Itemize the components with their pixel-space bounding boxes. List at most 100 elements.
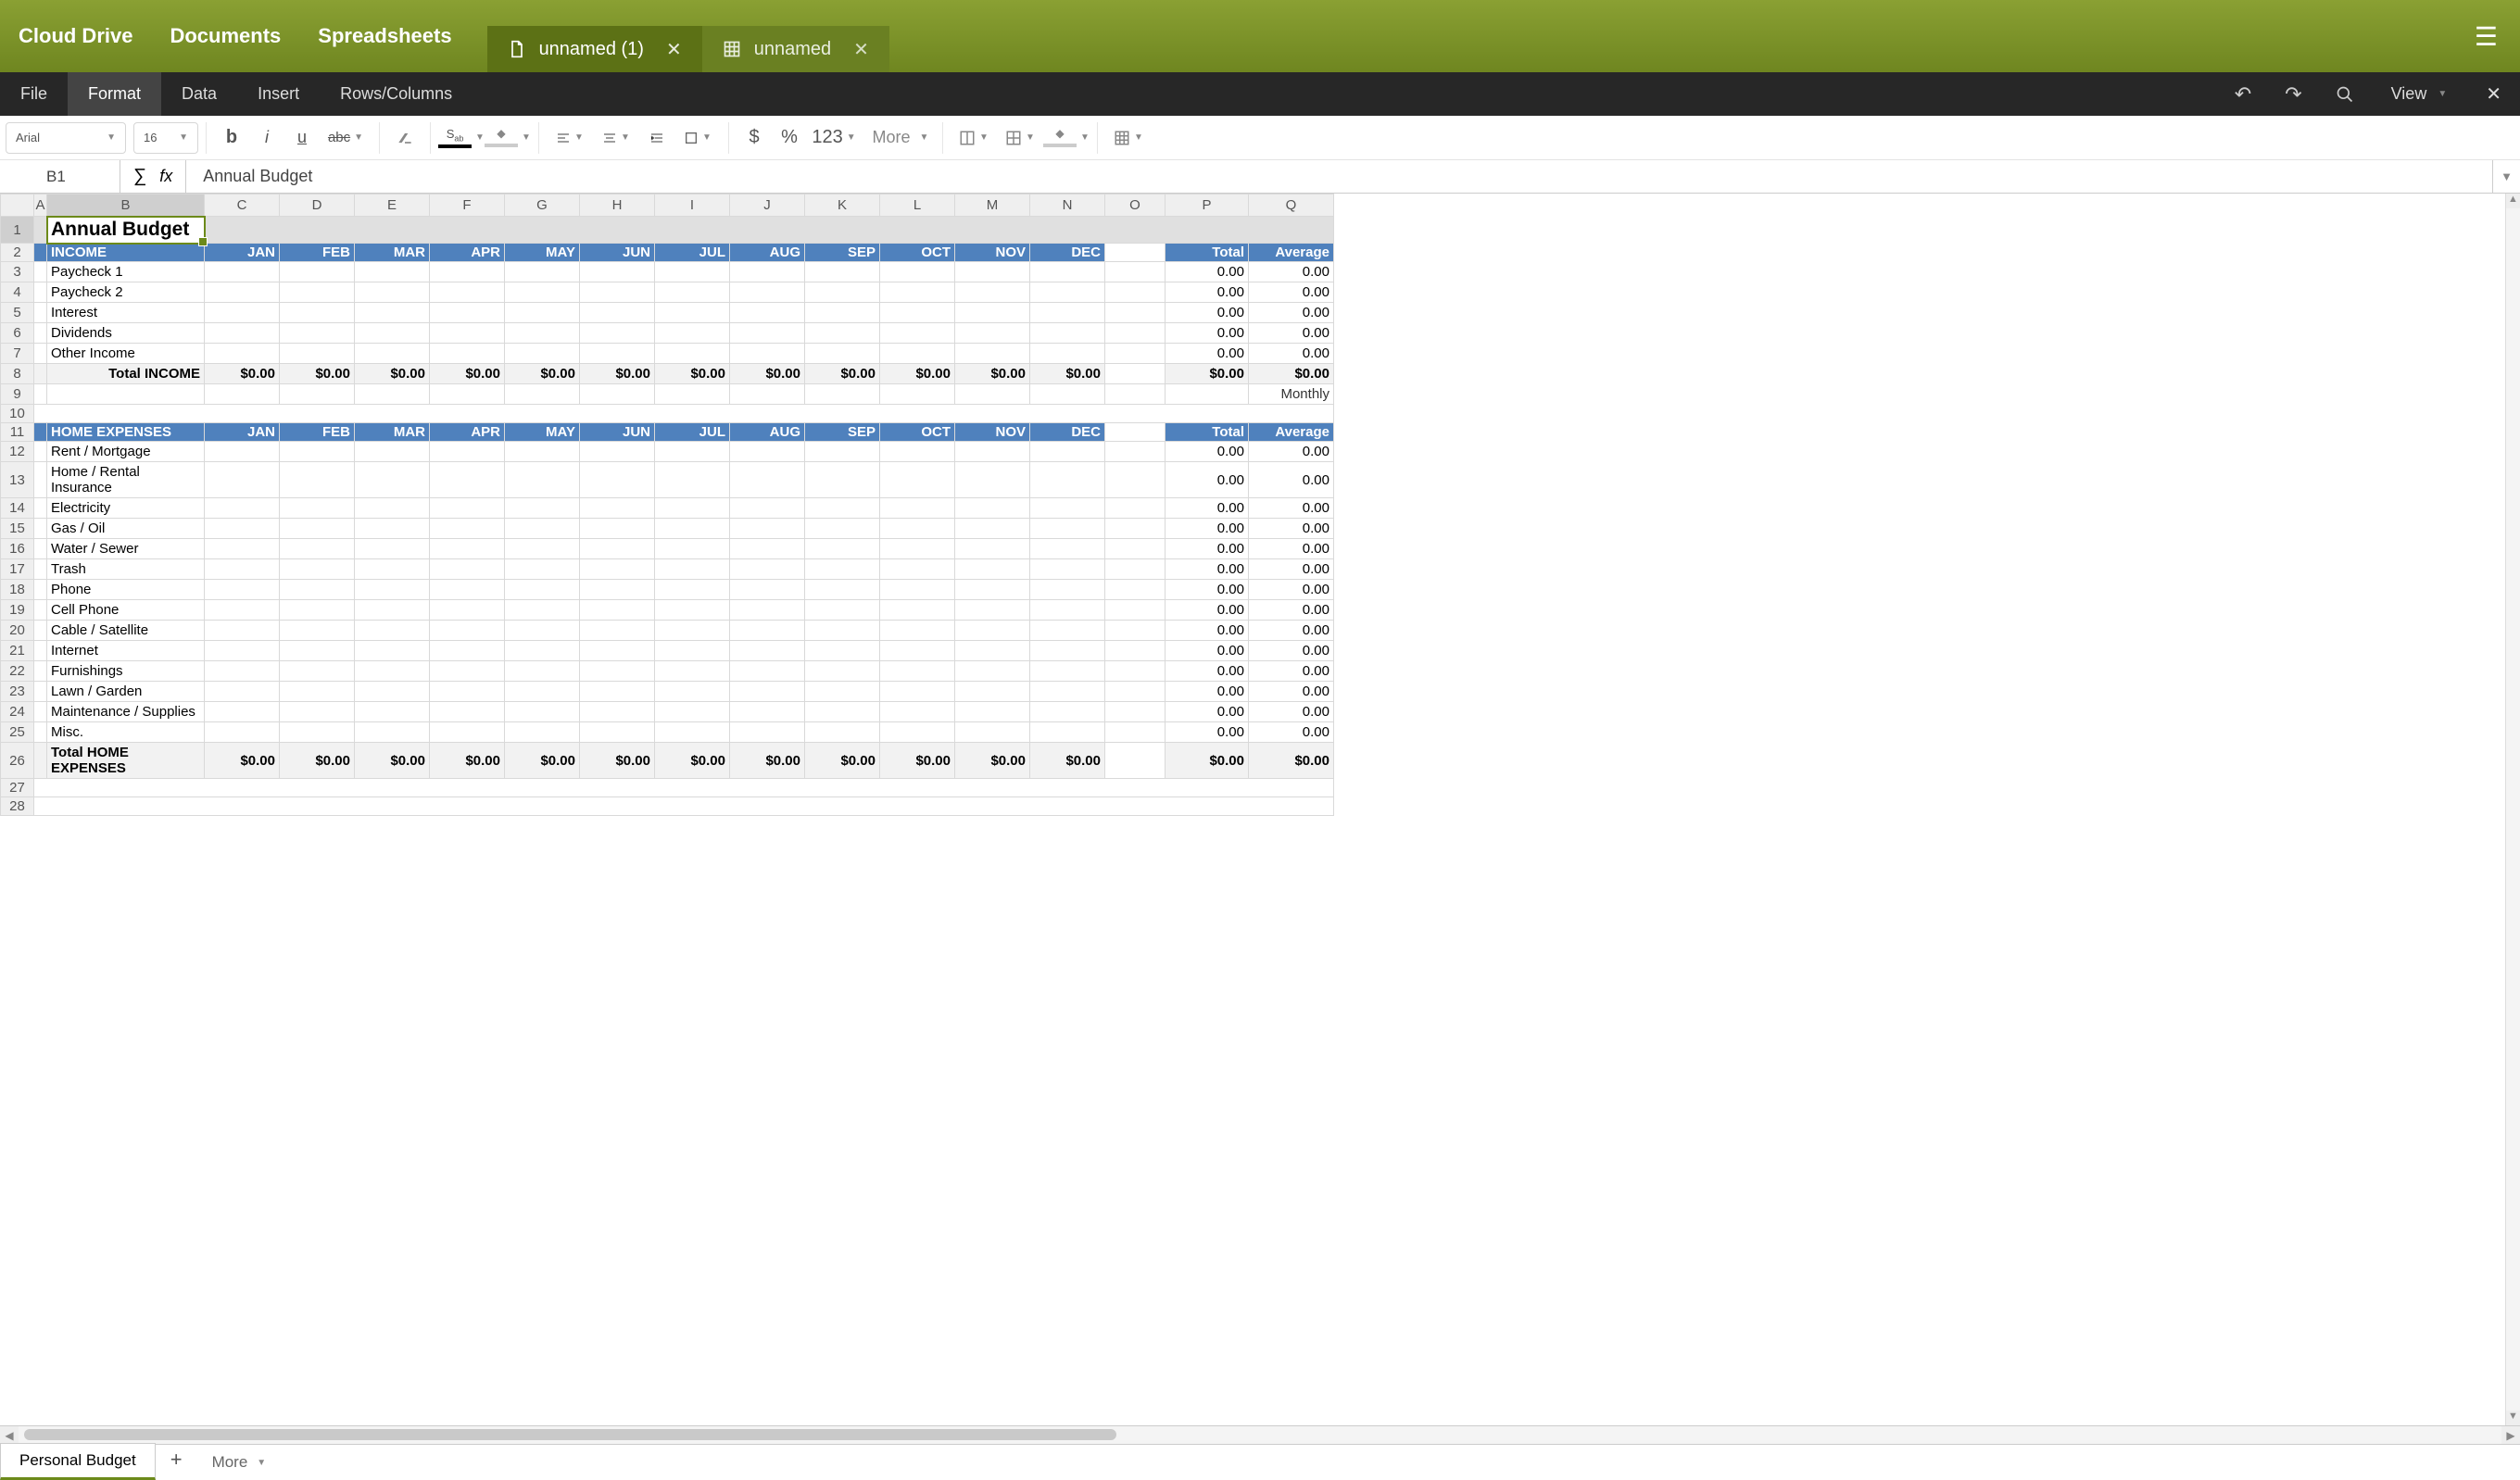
redo-icon[interactable]: ↷ — [2268, 72, 2318, 116]
col-header[interactable]: D — [280, 194, 355, 217]
col-header[interactable]: H — [580, 194, 655, 217]
row-header[interactable]: 28 — [1, 797, 34, 816]
row-header[interactable]: 19 — [1, 600, 34, 621]
row-header[interactable]: 6 — [1, 323, 34, 344]
row-header[interactable]: 7 — [1, 344, 34, 364]
row-header[interactable]: 17 — [1, 559, 34, 580]
bold-button[interactable]: b — [214, 121, 249, 155]
col-header[interactable]: G — [505, 194, 580, 217]
row-header[interactable]: 18 — [1, 580, 34, 600]
close-panel-icon[interactable]: ✕ — [2467, 72, 2520, 116]
col-header[interactable]: N — [1030, 194, 1105, 217]
menu-insert[interactable]: Insert — [237, 72, 320, 116]
italic-button[interactable]: i — [249, 121, 284, 155]
number-format-button[interactable]: 123▼ — [807, 121, 861, 155]
menu-data[interactable]: Data — [161, 72, 237, 116]
row-header[interactable]: 13 — [1, 462, 34, 498]
search-icon[interactable] — [2319, 72, 2371, 116]
menu-file[interactable]: File — [0, 72, 68, 116]
col-header[interactable]: A — [34, 194, 47, 217]
font-family-select[interactable]: Arial▼ — [6, 122, 126, 154]
nav-link-spreadsheets[interactable]: Spreadsheets — [318, 24, 451, 48]
row-header[interactable]: 26 — [1, 743, 34, 779]
font-size-select[interactable]: 16▼ — [133, 122, 198, 154]
column-headers[interactable]: A B C D E F G H I J K L M N O P Q — [1, 194, 1334, 217]
cell-fill-button[interactable]: ▼ — [1043, 121, 1090, 155]
row-header[interactable]: 8 — [1, 364, 34, 384]
col-header[interactable]: F — [430, 194, 505, 217]
row-header[interactable]: 14 — [1, 498, 34, 519]
view-menu[interactable]: View▼ — [2371, 72, 2468, 116]
row-header[interactable]: 24 — [1, 702, 34, 722]
col-header[interactable]: K — [805, 194, 880, 217]
row-header[interactable]: 25 — [1, 722, 34, 743]
document-tab-1[interactable]: unnamed (1) ✕ — [487, 26, 702, 72]
col-header[interactable]: B — [47, 194, 205, 217]
col-header[interactable]: E — [355, 194, 430, 217]
indent-button[interactable] — [639, 121, 674, 155]
vertical-align-button[interactable]: ▼ — [593, 121, 639, 155]
scroll-up-icon[interactable]: ▲ — [2506, 194, 2520, 208]
table-button[interactable]: ▼ — [1105, 121, 1152, 155]
grid-table[interactable]: A B C D E F G H I J K L M N O P Q — [0, 194, 1334, 816]
row-header[interactable]: 22 — [1, 661, 34, 682]
add-sheet-button[interactable]: + — [156, 1440, 197, 1479]
nav-link-cloud-drive[interactable]: Cloud Drive — [19, 24, 132, 48]
close-icon[interactable]: ✕ — [666, 38, 682, 61]
currency-button[interactable]: $ — [737, 121, 772, 155]
underline-button[interactable]: u — [284, 121, 320, 155]
scroll-thumb[interactable] — [24, 1429, 1116, 1440]
cell-reference-box[interactable]: B1 — [0, 160, 120, 193]
clear-format-button[interactable] — [387, 121, 422, 155]
col-header[interactable]: L — [880, 194, 955, 217]
sheet-more-button[interactable]: More▼ — [197, 1446, 282, 1479]
menu-icon[interactable]: ☰ — [2475, 21, 2498, 52]
col-header[interactable]: I — [655, 194, 730, 217]
text-color-button[interactable]: Sab ▼ — [438, 121, 485, 155]
col-header[interactable]: P — [1166, 194, 1249, 217]
col-header[interactable]: O — [1105, 194, 1166, 217]
col-header[interactable]: C — [205, 194, 280, 217]
row-header[interactable]: 5 — [1, 303, 34, 323]
col-header[interactable]: M — [955, 194, 1030, 217]
row-header[interactable]: 27 — [1, 779, 34, 797]
row-header[interactable]: 9 — [1, 384, 34, 405]
select-all-corner[interactable] — [1, 194, 34, 217]
formula-input[interactable]: Annual Budget — [186, 167, 2492, 186]
scroll-right-icon[interactable]: ▶ — [2501, 1426, 2520, 1444]
undo-icon[interactable]: ↶ — [2218, 72, 2268, 116]
row-header[interactable]: 15 — [1, 519, 34, 539]
scroll-down-icon[interactable]: ▼ — [2506, 1411, 2520, 1425]
scroll-left-icon[interactable]: ◀ — [0, 1426, 19, 1444]
fx-icon[interactable]: fx — [159, 167, 172, 186]
merge-button[interactable]: ▼ — [951, 121, 997, 155]
sum-icon[interactable]: ∑ — [133, 166, 146, 187]
sheet-tab[interactable]: Personal Budget — [0, 1443, 156, 1480]
fill-color-button[interactable]: ▼ — [485, 121, 531, 155]
vertical-scrollbar[interactable]: ▲ ▼ — [2505, 194, 2520, 1425]
row-header[interactable]: 2 — [1, 244, 34, 262]
strikethrough-button[interactable]: abc▼ — [320, 121, 372, 155]
row-header[interactable]: 21 — [1, 641, 34, 661]
menu-format[interactable]: Format — [68, 72, 161, 116]
row-header[interactable]: 11 — [1, 423, 34, 442]
horizontal-scrollbar[interactable]: ◀ ▶ — [0, 1425, 2520, 1444]
align-left-button[interactable]: ▼ — [547, 121, 593, 155]
close-icon[interactable]: ✕ — [853, 38, 869, 61]
row-header[interactable]: 20 — [1, 621, 34, 641]
document-tab-2[interactable]: unnamed ✕ — [702, 26, 889, 72]
wrap-button[interactable]: ▼ — [674, 121, 721, 155]
nav-link-documents[interactable]: Documents — [170, 24, 281, 48]
col-header[interactable]: J — [730, 194, 805, 217]
title-cell[interactable]: Annual Budget — [47, 217, 204, 243]
borders-button[interactable]: ▼ — [997, 121, 1043, 155]
row-header[interactable]: 23 — [1, 682, 34, 702]
formula-bar-expand[interactable]: ▼ — [2492, 160, 2520, 193]
row-header[interactable]: 10 — [1, 405, 34, 423]
format-more-button[interactable]: More▼ — [861, 121, 935, 155]
menu-rows-columns[interactable]: Rows/Columns — [320, 72, 472, 116]
row-header[interactable]: 12 — [1, 442, 34, 462]
percent-button[interactable]: % — [772, 121, 807, 155]
row-header[interactable]: 3 — [1, 262, 34, 282]
row-header[interactable]: 4 — [1, 282, 34, 303]
